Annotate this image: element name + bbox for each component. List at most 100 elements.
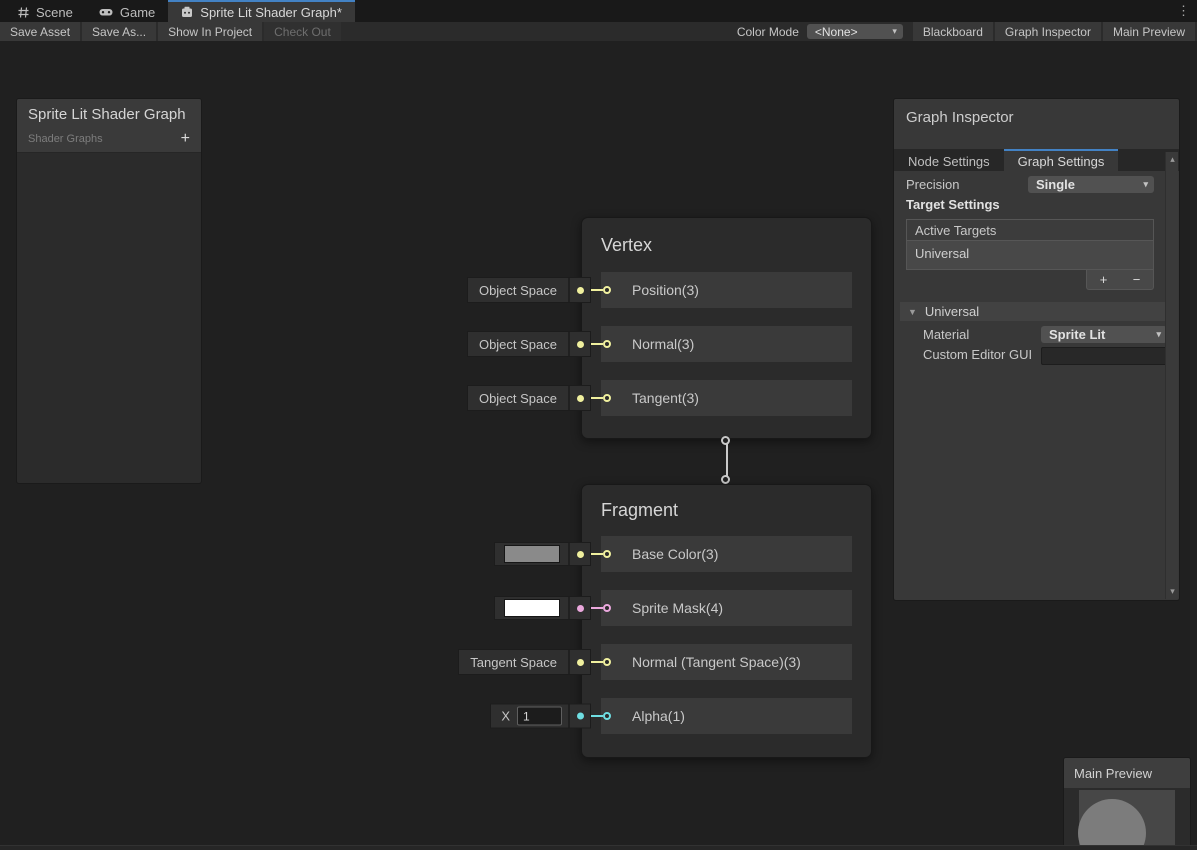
alpha-dot [577,713,584,720]
base-color-dot [577,551,584,558]
sprite-mask-widget [494,596,591,620]
sprite-mask-port[interactable] [603,604,611,612]
vertex-slot-tangent[interactable]: Object Space Tangent(3) [601,380,852,416]
tangent-port[interactable] [603,394,611,402]
scroll-up-icon[interactable]: ▴ [1166,154,1179,165]
base-color-swatch[interactable] [504,545,560,563]
main-preview-title: Main Preview [1064,758,1190,788]
precision-label: Precision [906,177,1028,192]
vertex-out-port[interactable] [721,436,730,445]
tangent-space-dot [577,395,584,402]
normal-ts-port[interactable] [603,658,611,666]
universal-foldout-header[interactable]: ▼ Universal [900,302,1173,321]
vertex-node[interactable]: Vertex Object Space Position(3) Object S… [581,217,872,439]
precision-value: Single [1036,177,1075,192]
graph-inspector-toggle-button[interactable]: Graph Inspector [995,22,1101,41]
check-out-button: Check Out [264,22,341,41]
unity-shader-graph-window: Scene Game Sprite Lit Shader Graph* ⋮ Sa… [0,0,1197,850]
foldout-arrow-icon: ▼ [908,307,917,317]
normal-ts-slot-label: Normal (Tangent Space)(3) [632,654,801,670]
graph-canvas[interactable]: Sprite Lit Shader Graph Shader Graphs + … [0,41,1197,845]
alpha-x-label: X [501,709,510,724]
target-settings-heading: Target Settings [906,195,1154,214]
material-dropdown[interactable]: Sprite Lit ▾ [1041,326,1167,343]
blackboard-header: Sprite Lit Shader Graph Shader Graphs + [17,99,201,153]
position-slot-label: Position(3) [632,282,699,298]
position-port[interactable] [603,286,611,294]
custom-editor-gui-input[interactable] [1041,347,1167,365]
add-property-button[interactable]: + [181,131,190,147]
universal-foldout: ▼ Universal Material Sprite Lit ▾ Cus [900,302,1173,365]
material-value: Sprite Lit [1049,327,1105,342]
shader-graph-toolbar: Save Asset Save As... Show In Project Ch… [0,22,1197,41]
tangent-slot-label: Tangent(3) [632,390,699,406]
window-tab-bar: Scene Game Sprite Lit Shader Graph* ⋮ [0,0,1197,22]
tab-shader-graph-label: Sprite Lit Shader Graph* [200,5,342,20]
fragment-node[interactable]: Fragment Base Color(3) [581,484,872,758]
normal-ts-space-selector[interactable]: Tangent Space [458,649,591,675]
tangent-space-selector[interactable]: Object Space [467,385,591,411]
vertex-node-title: Vertex [582,218,871,272]
tab-scene[interactable]: Scene [5,0,86,22]
save-asset-button[interactable]: Save Asset [0,22,80,41]
fragment-node-title: Fragment [582,485,871,536]
normal-port[interactable] [603,340,611,348]
sprite-mask-swatch[interactable] [504,599,560,617]
blackboard-toggle-button[interactable]: Blackboard [913,22,993,41]
main-preview-viewport[interactable] [1064,788,1190,850]
scene-grid-icon [18,7,29,18]
main-preview-panel: Main Preview [1063,757,1191,850]
base-color-port[interactable] [603,550,611,558]
active-target-universal[interactable]: Universal [907,241,1153,269]
chevron-down-icon: ▾ [1156,330,1161,339]
target-list-buttons: + − [1086,270,1154,290]
precision-dropdown[interactable]: Single ▾ [1028,176,1154,193]
vertex-slot-position[interactable]: Object Space Position(3) [601,272,852,308]
universal-foldout-title: Universal [925,304,979,319]
vertex-slot-normal[interactable]: Object Space Normal(3) [601,326,852,362]
tab-shader-graph[interactable]: Sprite Lit Shader Graph* [168,0,355,22]
inspector-scrollbar[interactable]: ▴ ▾ [1165,152,1178,599]
active-targets-listbox: Active Targets Universal [906,219,1154,270]
normal-space-selector[interactable]: Object Space [467,331,591,357]
blackboard-title: Sprite Lit Shader Graph [28,106,190,123]
fragment-slot-sprite-mask[interactable]: Sprite Mask(4) [601,590,852,626]
fragment-slot-base-color[interactable]: Base Color(3) [601,536,852,572]
sprite-mask-dot [577,605,584,612]
tab-game-label: Game [120,5,155,20]
color-mode-dropdown[interactable]: <None> ▾ [807,24,903,39]
alpha-value-input[interactable] [517,707,562,726]
normal-space-dot [577,341,584,348]
vertex-fragment-edge [726,443,728,479]
show-in-project-button[interactable]: Show In Project [158,22,262,41]
tab-graph-settings[interactable]: Graph Settings [1004,149,1119,171]
base-color-widget [494,542,591,566]
remove-target-button[interactable]: − [1120,271,1153,289]
sprite-mask-slot-label: Sprite Mask(4) [632,600,723,616]
main-preview-toggle-button[interactable]: Main Preview [1103,22,1195,41]
fragment-slot-alpha[interactable]: X Alpha(1) [601,698,852,734]
add-target-button[interactable]: + [1087,271,1120,289]
chevron-down-icon: ▾ [1143,180,1148,189]
blackboard-panel: Sprite Lit Shader Graph Shader Graphs + [16,98,202,484]
color-mode-label: Color Mode [729,22,807,41]
tangent-space-label: Object Space [479,391,557,406]
bottom-status-strip [0,845,1197,850]
position-space-selector[interactable]: Object Space [467,277,591,303]
scroll-down-icon[interactable]: ▾ [1166,586,1179,597]
shader-graph-icon [181,6,193,18]
normal-ts-space-label: Tangent Space [470,655,557,670]
custom-editor-gui-label: Custom Editor GUI [923,347,1041,362]
alpha-slot-label: Alpha(1) [632,708,685,724]
tab-node-settings[interactable]: Node Settings [894,149,1004,171]
graph-inspector-panel: Graph Inspector Node Settings Graph Sett… [893,98,1180,601]
tab-game[interactable]: Game [86,0,168,22]
fragment-in-port[interactable] [721,475,730,484]
position-space-label: Object Space [479,283,557,298]
graph-inspector-title: Graph Inspector [894,99,1179,149]
alpha-port[interactable] [603,712,611,720]
window-menu-icon[interactable]: ⋮ [1177,0,1190,22]
normal-slot-label: Normal(3) [632,336,694,352]
save-as-button[interactable]: Save As... [82,22,156,41]
fragment-slot-normal-ts[interactable]: Tangent Space Normal (Tangent Space)(3) [601,644,852,680]
